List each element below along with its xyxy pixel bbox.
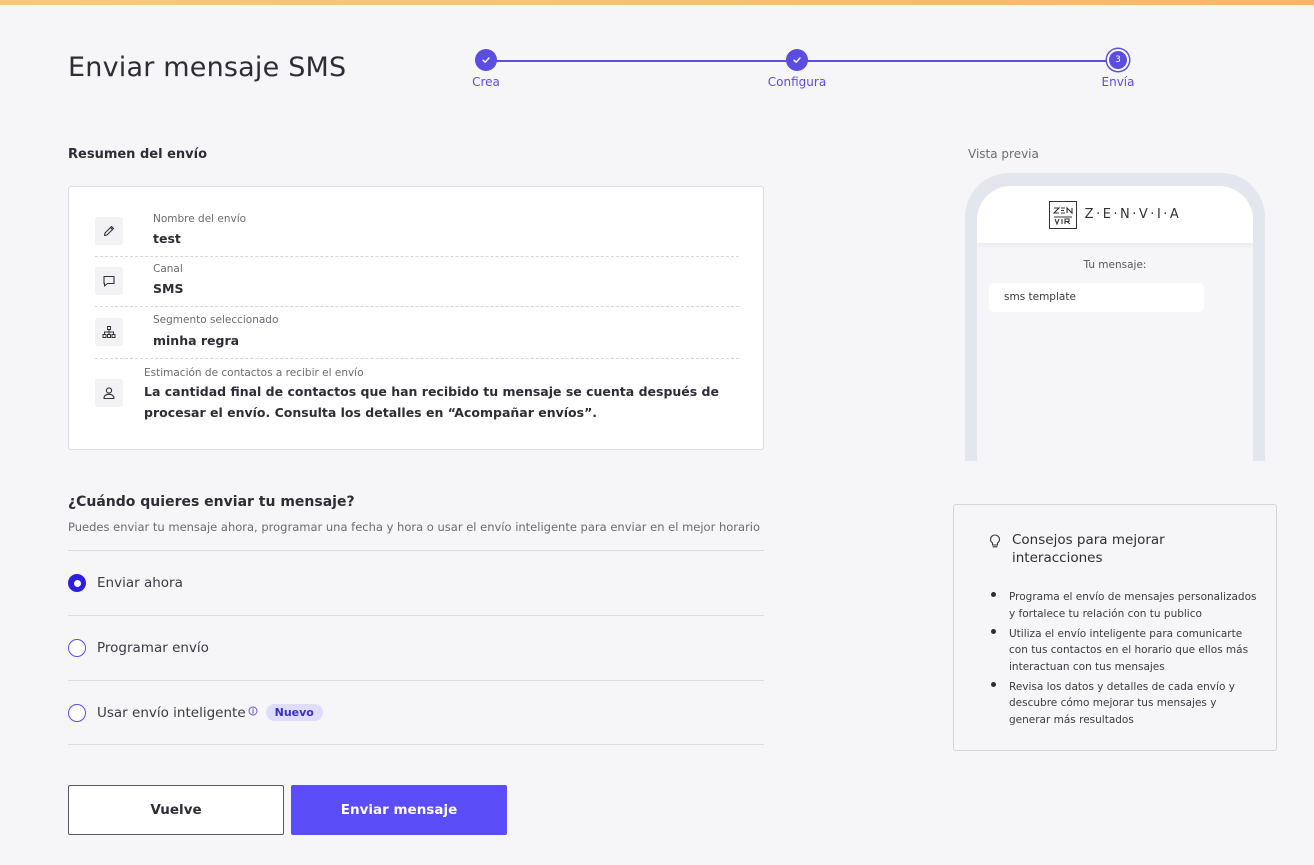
phone-preview: Z·E·N·V·I·A Tu mensaje: sms template [965,173,1265,461]
row-value: La cantidad final de contactos que han r… [144,384,719,420]
radio-send-now[interactable] [68,574,86,592]
page-title: Enviar mensaje SMS [68,52,347,83]
step-crea: Crea [446,48,526,89]
step-label: Configura [767,75,827,89]
row-label: Segmento seleccionado [153,314,279,326]
option-label: Usar envío inteligente [97,704,246,721]
summary-row-name: Nombre del envío test [95,209,739,257]
tip-item: Revisa los datos y detalles de cada enví… [988,679,1258,729]
phone-screen: Z·E·N·V·I·A Tu mensaje: sms template [977,186,1253,461]
schedule-description: Puedes enviar tu mensaje ahora, programa… [68,520,761,534]
tip-item: Utiliza el envío inteligente para comuni… [988,626,1258,676]
lightbulb-icon [988,533,1002,553]
brand-name: Z·E·N·V·I·A [1084,207,1182,222]
row-label: Estimación de contactos a recibir el env… [144,367,364,379]
chat-icon [95,267,123,295]
summary-row-segment: Segmento seleccionado minha regra [95,307,739,359]
step-configura: Configura [757,48,837,89]
check-icon [786,49,808,71]
check-icon [475,49,497,71]
send-message-button[interactable]: Enviar mensaje [291,785,507,835]
schedule-options: Enviar ahora Programar envío Usar envío … [68,550,764,745]
schedule-title: ¿Cuándo quieres enviar tu mensaje? [68,494,355,510]
step-label: Crea [472,75,500,89]
step-envia: 3 Envía [1078,48,1158,89]
pencil-icon [95,217,123,245]
row-value: SMS [153,281,184,296]
summary-row-channel: Canal SMS [95,257,739,307]
option-schedule[interactable]: Programar envío [68,615,764,680]
option-label: Enviar ahora [97,575,183,591]
message-bubble: sms template [989,283,1204,312]
tips-card: Consejos para mejorar interacciones Prog… [953,504,1277,751]
step-number: 3 [1107,49,1129,71]
zenvia-logo-icon [1048,200,1077,229]
option-smart-send[interactable]: Usar envío inteligente Nuevo [68,680,764,745]
progress-stepper: Crea Configura 3 Envía [470,48,1140,92]
tips-title: Consejos para mejorar interacciones [1012,532,1165,566]
hierarchy-icon [95,318,123,346]
new-badge: Nuevo [265,704,323,721]
radio-smart-send[interactable] [68,703,86,722]
row-label: Canal [153,263,183,275]
row-value: test [153,231,181,246]
option-send-now[interactable]: Enviar ahora [68,550,764,615]
top-accent-bar [0,0,1314,5]
step-label: Envía [1101,75,1135,89]
message-label: Tu mensaje: [1083,259,1147,271]
radio-schedule[interactable] [68,639,86,657]
tips-list: Programa el envío de mensajes personaliz… [988,589,1258,732]
row-label: Nombre del envío [153,213,247,225]
user-icon [95,379,123,407]
summary-row-estimate: Estimación de contactos a recibir el env… [95,359,739,425]
summary-card: Nombre del envío test Canal SMS Segmento… [68,186,764,450]
back-button[interactable]: Vuelve [68,785,284,835]
summary-title: Resumen del envío [68,147,208,162]
preview-label: Vista previa [968,147,1039,161]
option-label: Programar envío [97,640,209,656]
phone-header: Z·E·N·V·I·A [977,186,1253,243]
row-value: minha regra [153,333,240,348]
tip-item: Programa el envío de mensajes personaliz… [988,589,1258,622]
info-icon[interactable] [248,706,258,719]
